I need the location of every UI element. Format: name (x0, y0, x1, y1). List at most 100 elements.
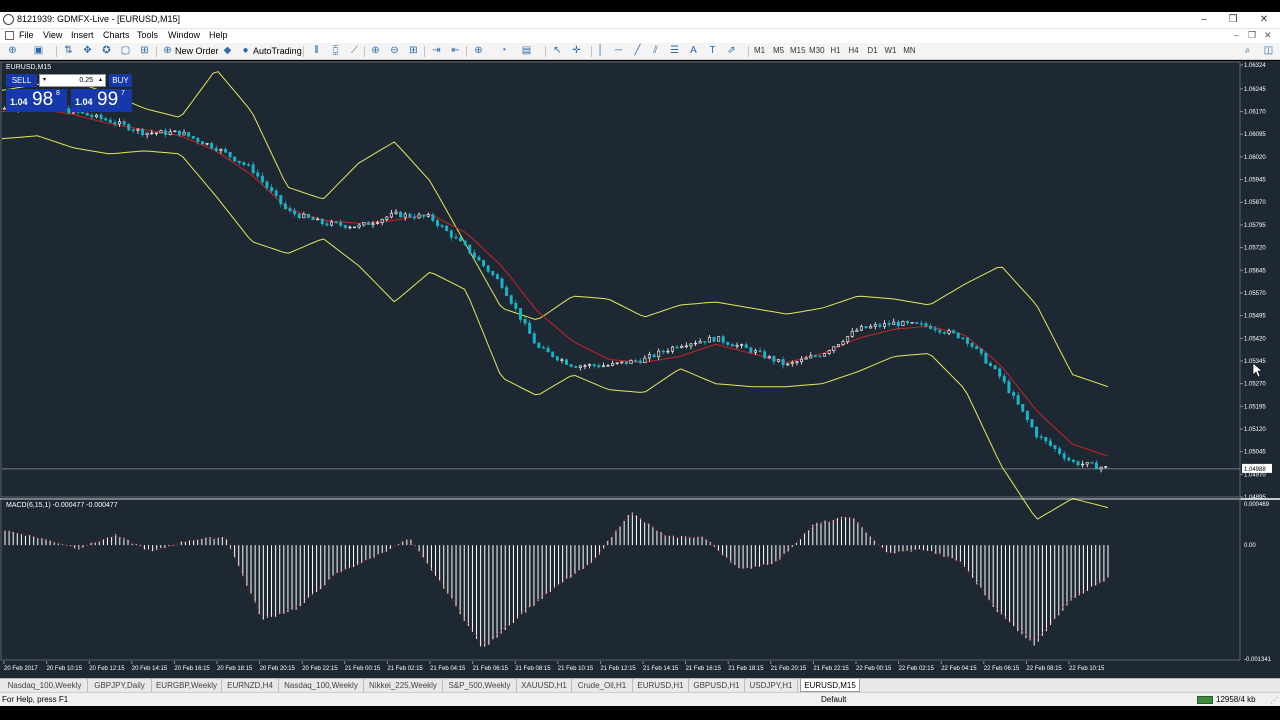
chart-window[interactable]: 1.06324 1.06245 1.06170 1.06095 1.06020 1.059… (0, 61, 1280, 678)
candle-body (371, 223, 375, 225)
chart-canvas[interactable]: 1.06324 1.06245 1.06170 1.06095 1.06020 1.059… (0, 61, 1280, 678)
child-restore-button[interactable]: ❐ (1248, 30, 1256, 41)
bar-chart-icon[interactable]: ⫴ (310, 45, 323, 58)
autotrading-button[interactable]: AutoTrading (253, 45, 302, 57)
market-watch-icon[interactable]: ⇅ (62, 45, 75, 58)
price-axis-label: 1.05345 (1244, 359, 1266, 365)
child-minimize-button[interactable]: – (1234, 30, 1239, 40)
candle-body (652, 354, 656, 358)
indicators-icon[interactable]: ⊕ (472, 45, 485, 58)
menu-insert[interactable]: Insert (71, 30, 94, 40)
time-axis-label: 21 Feb 08:15 (515, 666, 551, 672)
menu-tools[interactable]: Tools (137, 30, 158, 40)
terminal-icon[interactable]: ▢ (119, 45, 132, 58)
vertical-line-icon[interactable]: │ (594, 45, 607, 58)
search-icon[interactable]: ⌕ (1241, 45, 1254, 58)
candle-body (873, 324, 877, 327)
trendline-icon[interactable]: ╱ (631, 45, 644, 58)
lot-increase-icon[interactable]: ▴ (99, 75, 102, 86)
lot-size-input[interactable]: ▾ 0.25 ▴ (39, 74, 106, 87)
channel-icon[interactable]: ⫽ (649, 45, 662, 58)
menu-view[interactable]: View (43, 30, 62, 40)
timeframe-mn[interactable]: MN (903, 45, 916, 58)
candle-body (800, 358, 804, 363)
minimize-button[interactable]: – (1188, 12, 1220, 29)
arrows-icon[interactable]: ⇗ (725, 45, 738, 58)
menu-file[interactable]: File (19, 30, 34, 40)
crosshair-icon[interactable]: ✛ (570, 45, 583, 58)
new-order-icon[interactable]: ⊕ (161, 45, 174, 58)
candle-body (482, 260, 486, 267)
status-help-text: For Help, press F1 (2, 695, 69, 704)
cursor-icon[interactable]: ↖ (551, 45, 564, 58)
menu-charts[interactable]: Charts (103, 30, 130, 40)
profiles-icon[interactable]: ▣ (32, 45, 45, 58)
templates-icon[interactable]: ▤ (520, 45, 533, 58)
candle-body (1081, 463, 1085, 466)
candle-body (182, 132, 186, 136)
toolbar-separator (748, 46, 749, 57)
tab-xauusd-h1[interactable]: XAUUSD,H1 (517, 679, 572, 692)
zoom-out-icon[interactable]: ⊖ (388, 45, 401, 58)
maximize-button[interactable]: ❐ (1217, 12, 1249, 29)
text-icon[interactable]: A (687, 45, 700, 58)
new-chart-icon[interactable]: ⊕ (6, 45, 19, 58)
tab-eurnzd-h4[interactable]: EURNZD,H4 (222, 679, 279, 692)
tab-sp500-weekly[interactable]: S&P_500,Weekly (443, 679, 517, 692)
timeframe-d1[interactable]: D1 (866, 45, 879, 58)
child-close-button[interactable]: ✕ (1264, 30, 1272, 41)
timeframe-h1[interactable]: H1 (829, 45, 842, 58)
tab-eurusd-m15[interactable]: EURUSD,M15 (800, 679, 860, 692)
horizontal-line-icon[interactable]: ─ (612, 45, 625, 58)
candle-body (380, 219, 384, 223)
menu-help[interactable]: Help (209, 30, 228, 40)
tab-eurusd-h1[interactable]: EURUSD,H1 (633, 679, 689, 692)
candle-body (168, 131, 172, 135)
sell-price[interactable]: 1.04 98 8 (6, 89, 67, 112)
line-chart-icon[interactable]: ⟋ (348, 45, 361, 58)
zoom-in-icon[interactable]: ⊕ (369, 45, 382, 58)
candle-body (906, 321, 910, 324)
candle-body (896, 321, 900, 327)
candlestick-icon[interactable]: ⧮ (329, 45, 342, 58)
tab-nikkei-weekly[interactable]: Nikkei_225,Weekly (364, 679, 443, 692)
new-order-button[interactable]: New Order (175, 45, 219, 57)
buy-button[interactable]: BUY (109, 74, 132, 87)
buy-price[interactable]: 1.04 99 7 (71, 89, 132, 112)
timeframe-m1[interactable]: M1 (753, 45, 766, 58)
close-button[interactable]: ✕ (1248, 12, 1280, 29)
timeframe-w1[interactable]: W1 (884, 45, 897, 58)
periods-icon[interactable]: ◔ (497, 45, 510, 58)
autotrading-icon[interactable]: ● (239, 45, 252, 58)
candle-body (422, 214, 426, 217)
tab-usdjpy-h1[interactable]: USDJPY,H1 (745, 679, 798, 692)
sell-button[interactable]: SELL (6, 74, 37, 87)
autoscroll-icon[interactable]: ⇤ (449, 45, 462, 58)
chart-shift-icon[interactable]: ⇥ (430, 45, 443, 58)
chat-icon[interactable]: ◫ (1262, 45, 1275, 58)
macd-axis-label: -0.001341 (1244, 657, 1272, 663)
resize-grip-icon[interactable]: ⋰ (1270, 696, 1278, 705)
data-window-icon[interactable]: ✥ (81, 45, 94, 58)
timeframe-m15[interactable]: M15 (790, 45, 806, 58)
timeframe-m30[interactable]: M30 (809, 45, 825, 58)
fibonacci-icon[interactable]: ☰ (668, 45, 681, 58)
timeframe-m5[interactable]: M5 (772, 45, 785, 58)
candle-body (735, 344, 739, 347)
lot-decrease-icon[interactable]: ▾ (43, 75, 46, 86)
metaeditor-icon[interactable]: ◆ (221, 45, 234, 58)
tab-eurgbp-weekly[interactable]: EURGBP,Weekly (152, 679, 222, 692)
strategy-tester-icon[interactable]: ⊞ (138, 45, 151, 58)
navigator-icon[interactable]: ✪ (100, 45, 113, 58)
tab-gbpjpy-daily[interactable]: GBPJPY,Daily (88, 679, 152, 692)
tab-nasdaq-weekly-2[interactable]: Nasdaq_100,Weekly (279, 679, 364, 692)
timeframe-h4[interactable]: H4 (847, 45, 860, 58)
tab-gbpusd-h1[interactable]: GBPUSD,H1 (689, 679, 745, 692)
candle-body (680, 345, 684, 349)
tab-nasdaq-weekly[interactable]: Nasdaq_100,Weekly (2, 679, 88, 692)
tile-windows-icon[interactable]: ⊞ (407, 45, 420, 58)
menu-window[interactable]: Window (168, 30, 200, 40)
tab-crude-oil-h1[interactable]: Crude_Oil,H1 (572, 679, 633, 692)
text-label-icon[interactable]: T (706, 45, 719, 58)
candle-body (399, 211, 403, 218)
